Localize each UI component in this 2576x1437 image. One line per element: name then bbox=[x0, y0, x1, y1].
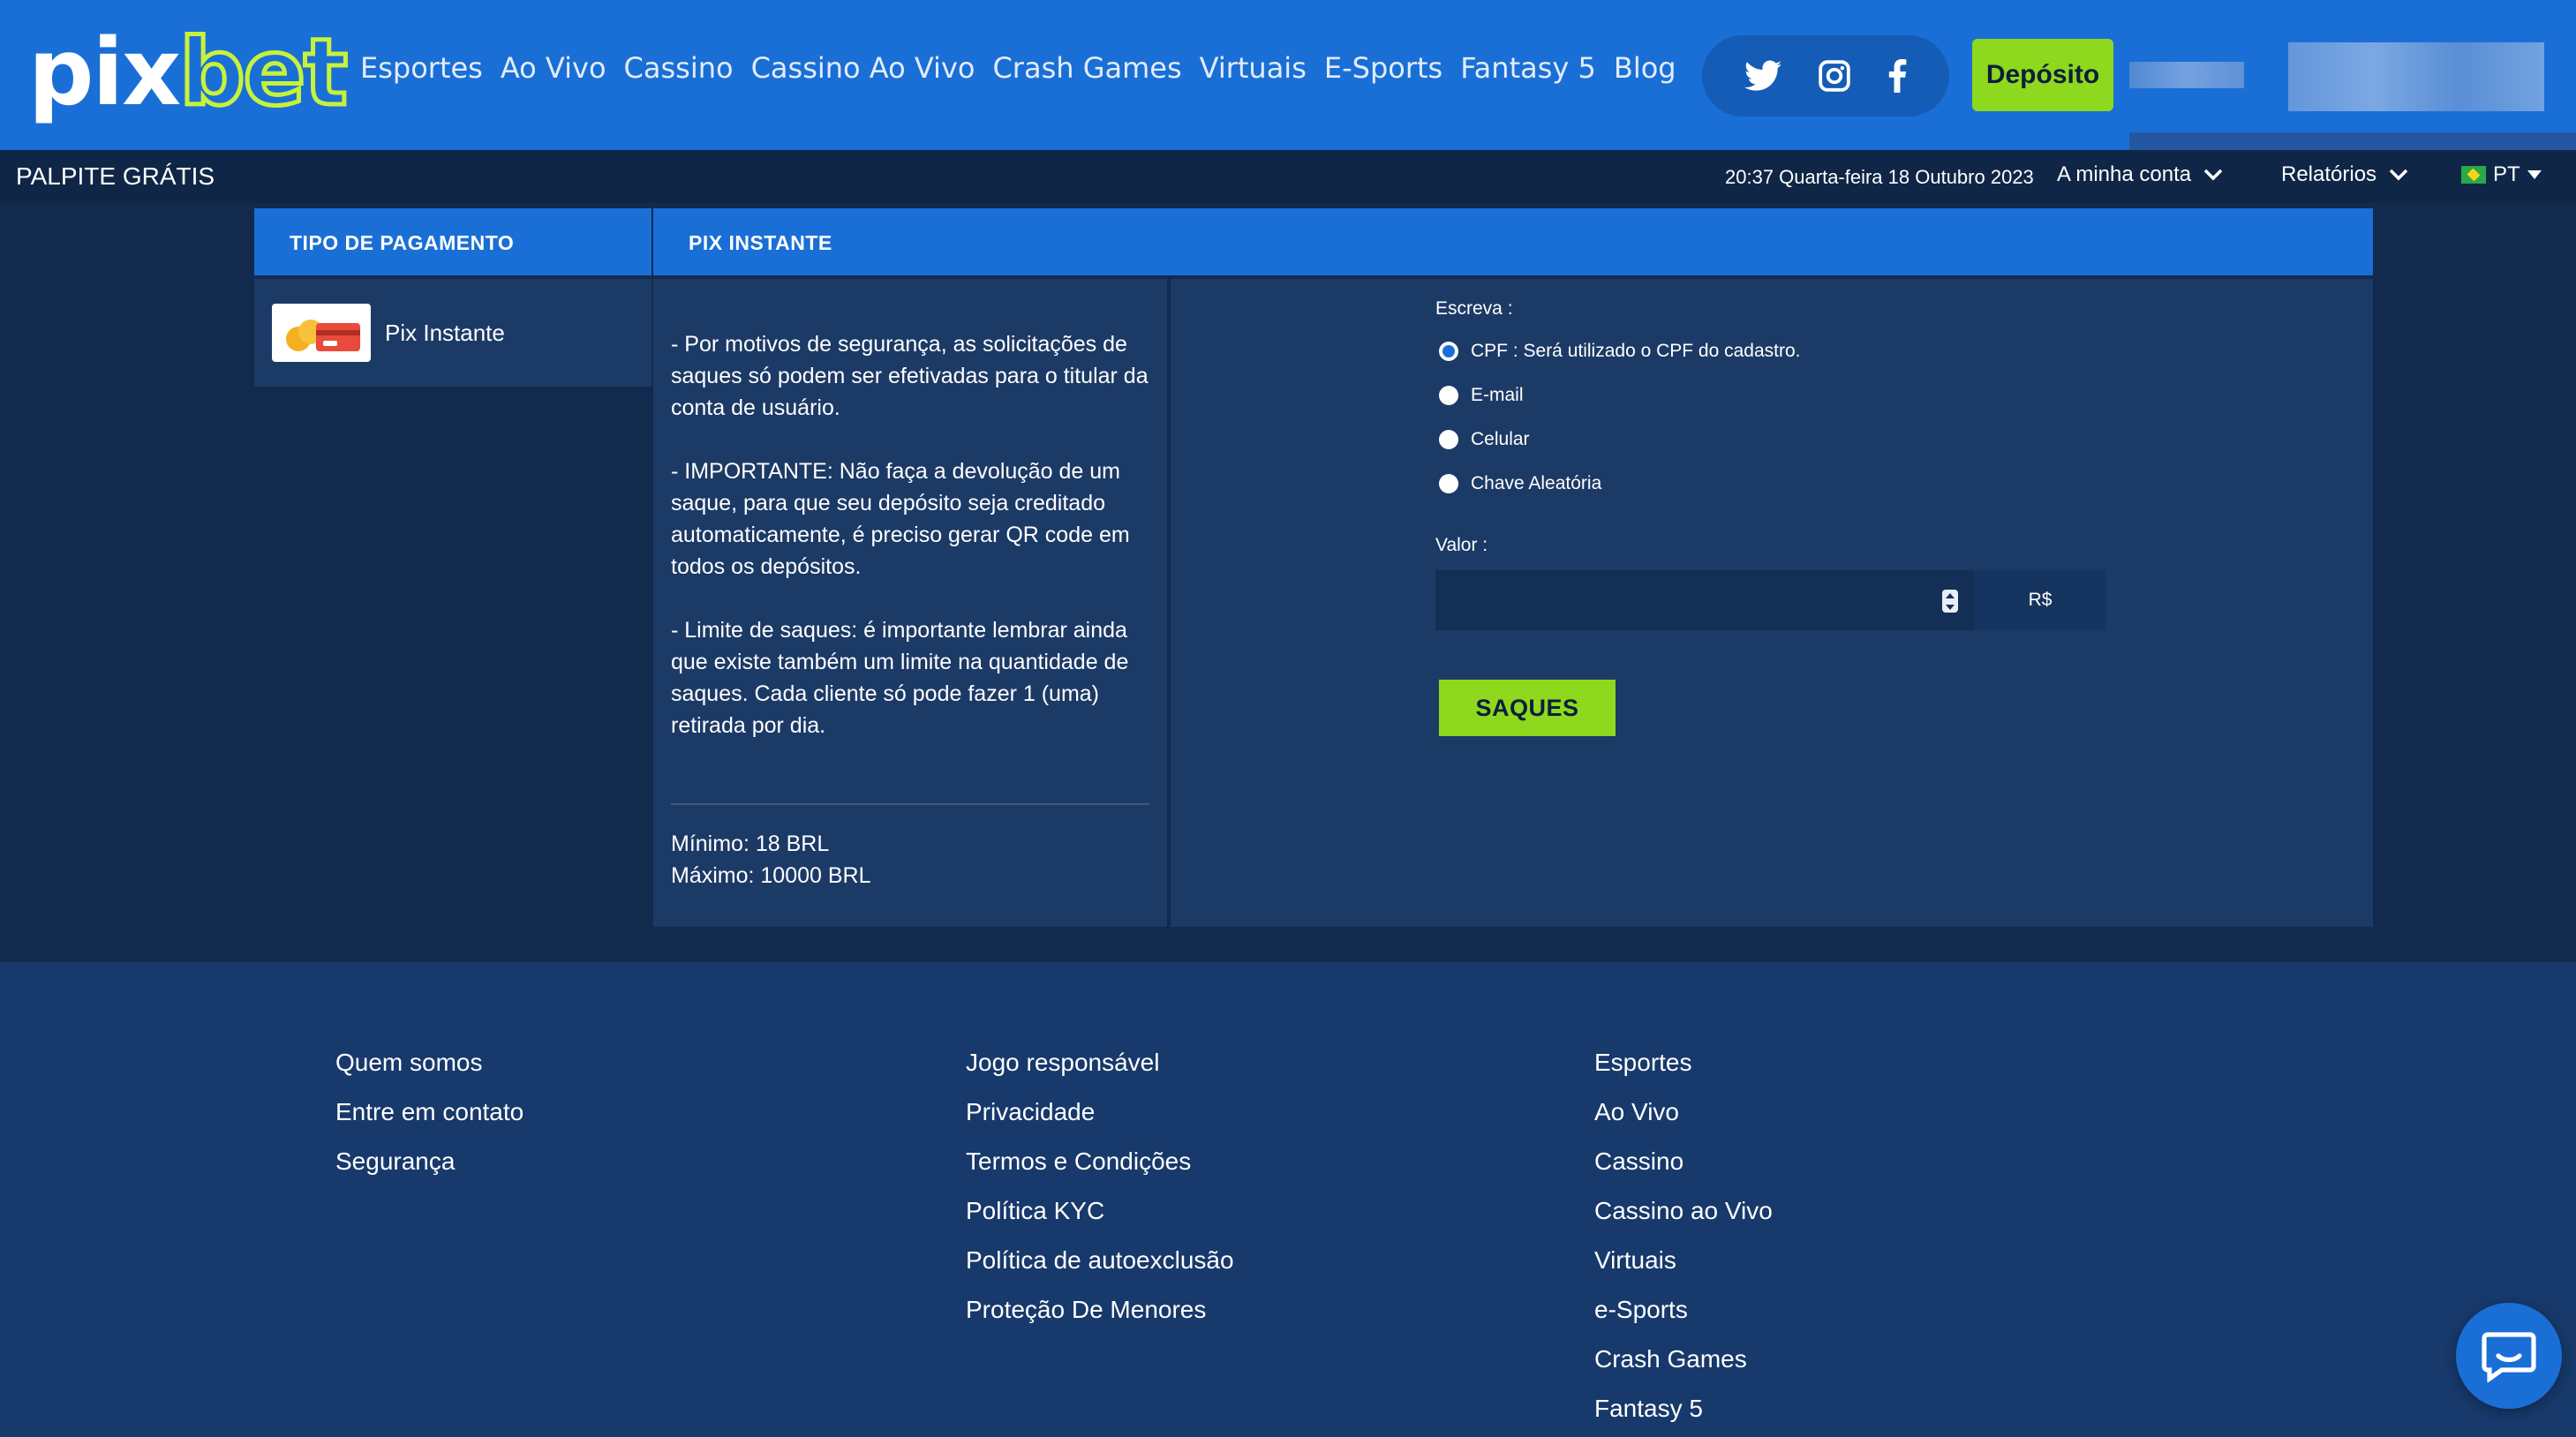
withdrawal-info-panel: - Por motivos de segurança, as solicitaç… bbox=[653, 279, 1167, 927]
caret-down-icon bbox=[2527, 170, 2542, 179]
footer-link[interactable]: Entre em contato bbox=[335, 1096, 523, 1128]
footer-link[interactable]: Cassino bbox=[1594, 1146, 1773, 1177]
pixbet-logo[interactable]: pixbet bbox=[28, 19, 350, 125]
footer-link[interactable]: Proteção De Menores bbox=[966, 1294, 1234, 1326]
language-selector[interactable]: PT bbox=[2461, 162, 2542, 187]
radio-email-label: E-mail bbox=[1471, 385, 1524, 405]
brazil-flag-icon bbox=[2461, 166, 2486, 184]
footer-link[interactable]: Ao Vivo bbox=[1594, 1096, 1773, 1128]
nav-e-sports[interactable]: E-Sports bbox=[1324, 51, 1442, 85]
footer-link[interactable]: Política de autoexclusão bbox=[966, 1245, 1234, 1276]
footer-link[interactable]: e-Sports bbox=[1594, 1294, 1773, 1326]
payment-method-label: Pix Instante bbox=[385, 319, 505, 346]
footer-link[interactable]: Política KYC bbox=[966, 1195, 1234, 1227]
deposit-button[interactable]: Depósito bbox=[1972, 39, 2113, 111]
nav-virtuais[interactable]: Virtuais bbox=[1200, 51, 1307, 85]
footer-link[interactable]: Jogo responsável bbox=[966, 1047, 1234, 1079]
chat-icon[interactable] bbox=[2456, 1303, 2562, 1409]
radio-button[interactable] bbox=[1439, 474, 1458, 493]
footer-link[interactable]: Segurança bbox=[335, 1146, 523, 1177]
nav-esportes[interactable]: Esportes bbox=[360, 51, 483, 85]
rule-security: - Por motivos de segurança, as solicitaç… bbox=[671, 332, 1149, 420]
amount-input[interactable] bbox=[1435, 570, 1974, 630]
nav-ao-vivo[interactable]: Ao Vivo bbox=[501, 51, 606, 85]
reports-menu[interactable]: Relatórios bbox=[2281, 162, 2408, 187]
nav-cassino-ao-vivo[interactable]: Cassino Ao Vivo bbox=[751, 51, 975, 85]
social-links bbox=[1702, 35, 1949, 117]
instagram-icon[interactable] bbox=[1818, 59, 1851, 93]
palpite-gratis-link[interactable]: PALPITE GRÁTIS bbox=[16, 162, 215, 191]
currency-label: R$ bbox=[1974, 570, 2106, 630]
footer-link[interactable]: Fantasy 5 bbox=[1594, 1393, 1773, 1425]
radio-button[interactable] bbox=[1439, 342, 1458, 361]
rule-limit: - Limite de saques: é importante lembrar… bbox=[671, 618, 1129, 738]
account-menu-label: A minha conta bbox=[2057, 162, 2192, 186]
chevron-down-icon bbox=[2203, 169, 2223, 181]
minimum-amount: Mínimo: 18 BRL bbox=[671, 831, 830, 856]
footer-link[interactable]: Quem somos bbox=[335, 1047, 523, 1079]
radio-cpf-label: CPF : Será utilizado o CPF do cadastro. bbox=[1471, 341, 1801, 361]
footer-link[interactable]: Cassino ao Vivo bbox=[1594, 1195, 1773, 1227]
footer-col-policies: Jogo responsável Privacidade Termos e Co… bbox=[966, 1047, 1234, 1326]
redacted-user-info bbox=[2288, 42, 2544, 111]
radio-cpf[interactable]: CPF : Será utilizado o CPF do cadastro. bbox=[1439, 341, 1801, 362]
divider bbox=[671, 803, 1149, 805]
chevron-down-icon bbox=[2389, 169, 2408, 181]
footer-link[interactable]: Crash Games bbox=[1594, 1343, 1773, 1375]
footer-link[interactable]: Privacidade bbox=[966, 1096, 1234, 1128]
reports-menu-label: Relatórios bbox=[2281, 162, 2377, 186]
payment-method-title: PIX INSTANTE bbox=[689, 231, 832, 254]
main-nav: Esportes Ao Vivo Cassino Cassino Ao Vivo… bbox=[360, 51, 1676, 85]
radio-button[interactable] bbox=[1439, 386, 1458, 405]
radio-chave-aleatoria[interactable]: Chave Aleatória bbox=[1439, 473, 1601, 494]
amount-label: Valor : bbox=[1435, 535, 1488, 555]
payment-method-header: PIX INSTANTE bbox=[653, 208, 2373, 275]
radio-email[interactable]: E-mail bbox=[1439, 385, 1524, 406]
rule-important: - IMPORTANTE: Não faça a devolução de um… bbox=[671, 459, 1130, 579]
footer-col-games: Esportes Ao Vivo Cassino Cassino ao Vivo… bbox=[1594, 1047, 1773, 1425]
footer-link[interactable]: Esportes bbox=[1594, 1047, 1773, 1079]
sub-header: PALPITE GRÁTIS 20:37 Quarta-feira 18 Out… bbox=[0, 150, 2576, 203]
pix-key-type-label: Escreva : bbox=[1435, 298, 1513, 319]
withdraw-button[interactable]: SAQUES bbox=[1439, 680, 1616, 736]
footer: Quem somos Entre em contato Segurança Jo… bbox=[0, 962, 2576, 1437]
maximum-amount: Máximo: 10000 BRL bbox=[671, 863, 871, 888]
radio-celular-label: Celular bbox=[1471, 429, 1530, 449]
nav-crash-games[interactable]: Crash Games bbox=[992, 51, 1181, 85]
pix-payment-icon bbox=[272, 304, 371, 362]
radio-button[interactable] bbox=[1439, 430, 1458, 449]
redacted-balance bbox=[2129, 62, 2244, 88]
amount-stepper-icon[interactable] bbox=[1942, 590, 1958, 613]
nav-fantasy-5[interactable]: Fantasy 5 bbox=[1460, 51, 1596, 85]
current-datetime: 20:37 Quarta-feira 18 Outubro 2023 bbox=[1725, 166, 2034, 188]
footer-link[interactable]: Termos e Condições bbox=[966, 1146, 1234, 1177]
radio-celular[interactable]: Celular bbox=[1439, 429, 1530, 450]
withdrawal-limits: Mínimo: 18 BRL Máximo: 10000 BRL bbox=[671, 828, 871, 892]
payment-type-title: TIPO DE PAGAMENTO bbox=[290, 231, 515, 254]
payment-type-header: TIPO DE PAGAMENTO bbox=[254, 208, 652, 275]
account-menu[interactable]: A minha conta bbox=[2057, 162, 2223, 187]
radio-chave-label: Chave Aleatória bbox=[1471, 473, 1602, 493]
twitter-icon[interactable] bbox=[1744, 60, 1782, 92]
facebook-icon[interactable] bbox=[1887, 59, 1907, 93]
language-label: PT bbox=[2493, 162, 2520, 186]
nav-cassino[interactable]: Cassino bbox=[624, 51, 734, 85]
withdrawal-form: Escreva : CPF : Será utilizado o CPF do … bbox=[1171, 279, 2373, 927]
top-navbar: pixbet Esportes Ao Vivo Cassino Cassino … bbox=[0, 0, 2576, 155]
withdrawal-rules: - Por motivos de segurança, as solicitaç… bbox=[671, 328, 1156, 773]
footer-link[interactable]: Virtuais bbox=[1594, 1245, 1773, 1276]
nav-blog[interactable]: Blog bbox=[1614, 51, 1676, 85]
footer-col-company: Quem somos Entre em contato Segurança bbox=[335, 1047, 523, 1177]
payment-method-pix[interactable]: Pix Instante bbox=[254, 279, 652, 387]
